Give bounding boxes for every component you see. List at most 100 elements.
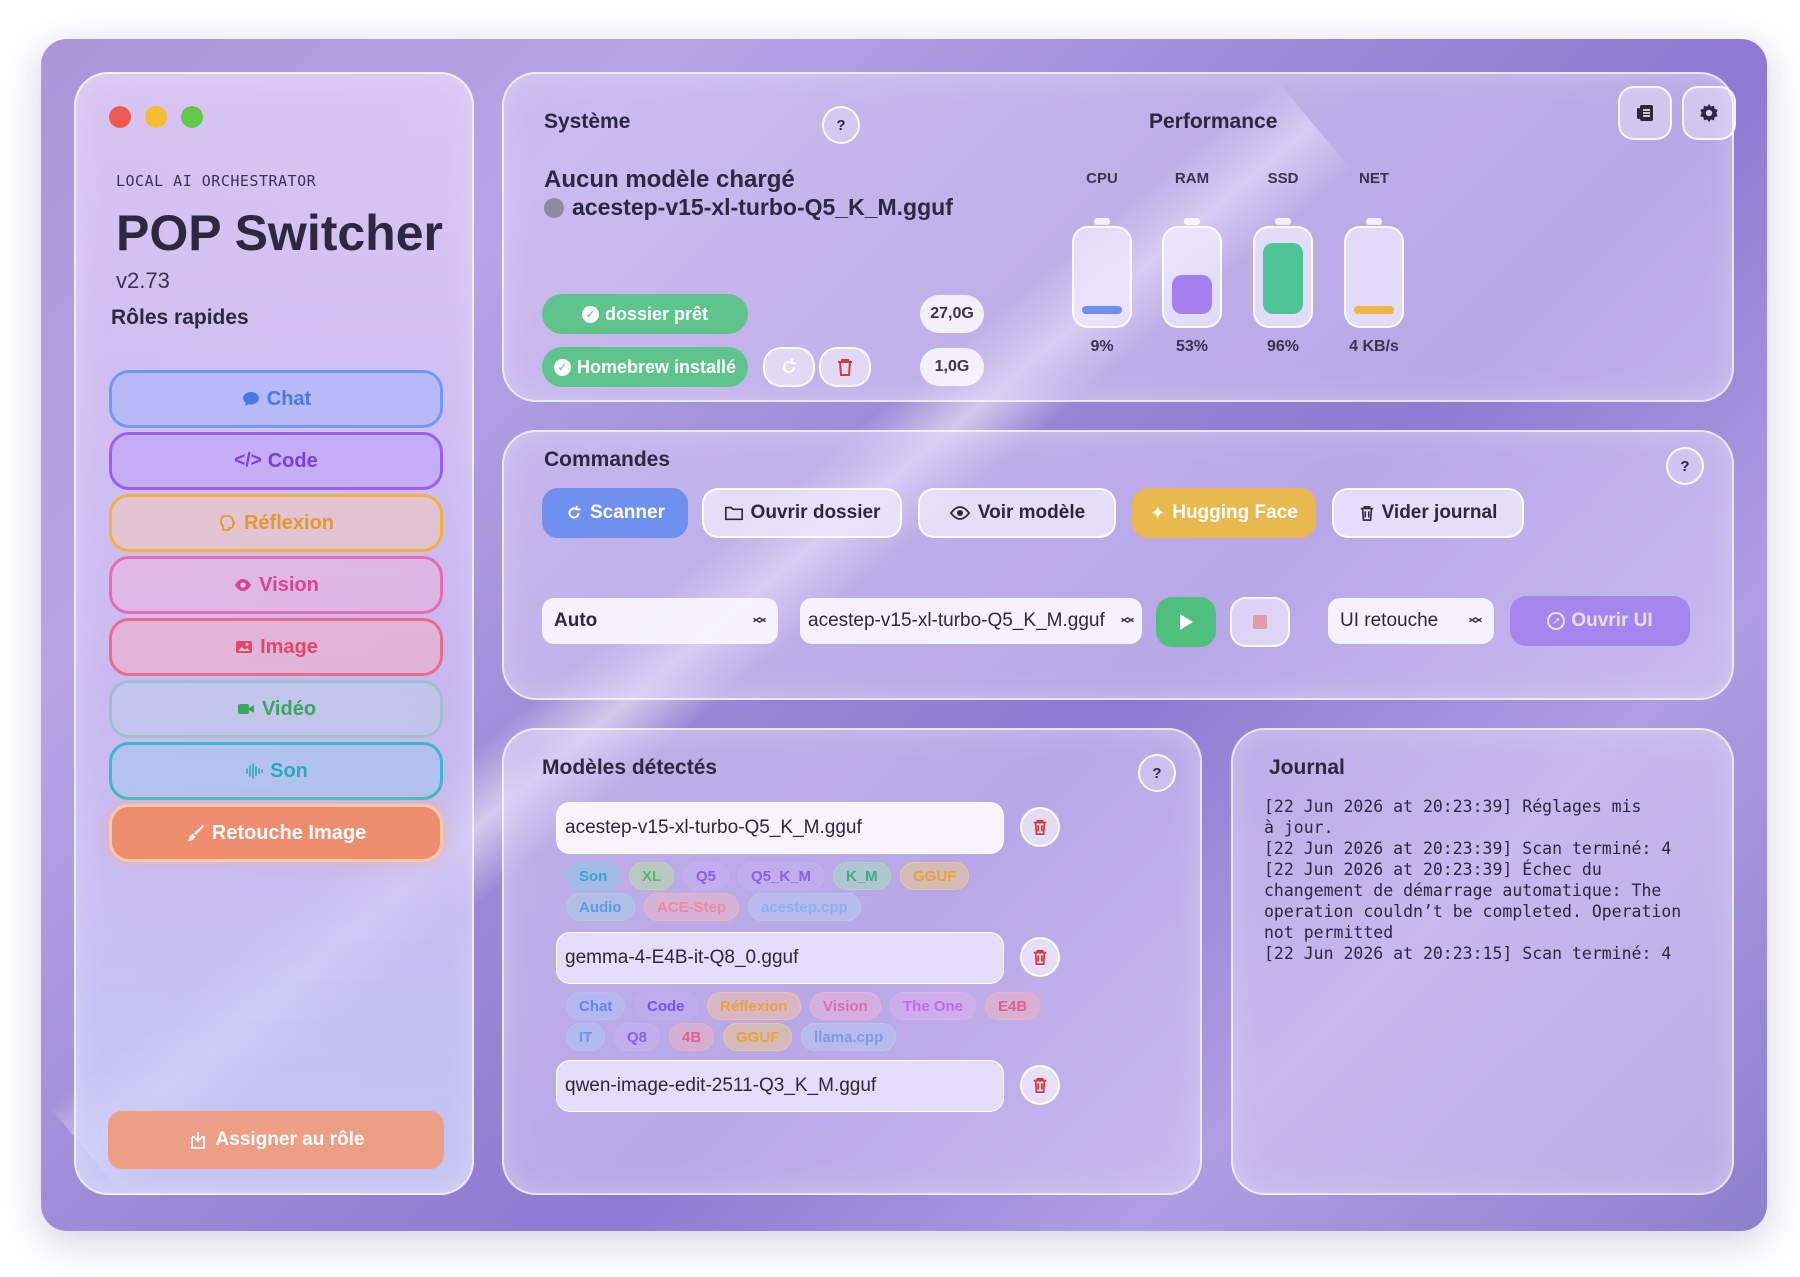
- model-tag: GGUF: [900, 862, 970, 890]
- compass-icon: ➚: [1547, 612, 1566, 630]
- model-item[interactable]: qwen-image-edit-2511-Q3_K_M.gguf: [556, 1060, 1004, 1112]
- model-item[interactable]: acestep-v15-xl-turbo-Q5_K_M.gguf: [556, 802, 1004, 854]
- meter-fill: [1354, 306, 1394, 314]
- stop-icon: [1253, 615, 1267, 629]
- meter-value-ssd: 96%: [1266, 338, 1300, 355]
- open-folder-button[interactable]: Ouvrir dossier: [702, 488, 902, 538]
- clear-log-button[interactable]: Vider journal: [1332, 488, 1524, 538]
- meter-gauge-ram: [1162, 218, 1222, 328]
- app-title: POP Switcher: [116, 205, 443, 261]
- settings-button[interactable]: [1682, 86, 1736, 140]
- play-icon: [1180, 614, 1193, 630]
- scan-button[interactable]: Scanner: [542, 488, 688, 538]
- scan-label: Scanner: [590, 502, 665, 523]
- waveform-icon: [246, 763, 263, 779]
- app-window: LOCAL AI ORCHESTRATOR POP Switcher v2.73…: [41, 39, 1767, 1231]
- brush-icon: [187, 825, 204, 841]
- models-panel: Modèles détectés ? acestep-v15-xl-turbo-…: [502, 728, 1202, 1195]
- chat-bubble-icon: [242, 392, 259, 406]
- hugging-face-label: Hugging Face: [1172, 502, 1298, 523]
- delete-model-button[interactable]: [1020, 807, 1060, 847]
- model-tag: XL: [629, 862, 675, 890]
- model-tag: Q8: [614, 1023, 661, 1051]
- assign-icon: [190, 1132, 205, 1149]
- commands-panel: Commandes ? Scanner Ouvrir dossier Voir …: [502, 430, 1734, 700]
- minimize-window-button[interactable]: [145, 106, 167, 128]
- check-icon: ✓: [581, 305, 599, 323]
- role-son-button[interactable]: Son: [109, 742, 443, 800]
- meter-label-ssd: SSD: [1267, 170, 1299, 187]
- delete-homebrew-button[interactable]: [819, 347, 871, 387]
- trash-icon: [1033, 1077, 1047, 1093]
- loaded-model-row: acestep-v15-xl-turbo-Q5_K_M.gguf: [544, 194, 953, 221]
- delete-model-button[interactable]: [1020, 1065, 1060, 1105]
- battery-cap: [1184, 218, 1200, 225]
- chevron-updown-icon: ︿ ﹀: [1468, 609, 1482, 632]
- meter-label-ram: RAM: [1174, 170, 1210, 187]
- meter-value-cpu: 9%: [1090, 338, 1114, 355]
- model-select[interactable]: acestep-v15-xl-turbo-Q5_K_M.gguf ︿ ﹀: [800, 598, 1142, 644]
- eye-icon: [949, 506, 970, 520]
- role-image-button[interactable]: Image: [109, 618, 443, 676]
- meter-fill: [1172, 275, 1212, 314]
- video-camera-icon: [237, 704, 254, 714]
- log-view-button[interactable]: [1618, 86, 1672, 140]
- role-code-button[interactable]: </> Code: [109, 432, 443, 490]
- trash-icon: [1033, 949, 1047, 965]
- chevron-updown-icon: ︿ ﹀: [1120, 609, 1134, 632]
- performance-heading: Performance: [1149, 110, 1278, 133]
- model-name: gemma-4-E4B-it-Q8_0.gguf: [565, 947, 799, 968]
- refresh-button[interactable]: [763, 347, 815, 387]
- model-item[interactable]: gemma-4-E4B-it-Q8_0.gguf: [556, 932, 1004, 984]
- role-label: Chat: [266, 387, 312, 410]
- commands-heading: Commandes: [544, 448, 671, 471]
- delete-model-button[interactable]: [1020, 937, 1060, 977]
- model-tag: Q5: [683, 862, 730, 890]
- system-panel: Système ? Aucun modèle chargé acestep-v1…: [502, 72, 1736, 402]
- role-video-button[interactable]: Vidéo: [109, 680, 443, 738]
- view-model-label: Voir modèle: [977, 502, 1086, 523]
- hugging-face-button[interactable]: ✦ Hugging Face: [1132, 488, 1316, 538]
- sidebar: LOCAL AI ORCHESTRATOR POP Switcher v2.73…: [74, 72, 474, 1195]
- role-label: Retouche Image: [211, 821, 367, 844]
- meter-fill: [1082, 306, 1122, 314]
- role-vision-button[interactable]: Vision: [109, 556, 443, 614]
- eye-icon: [235, 579, 252, 591]
- stop-button[interactable]: [1230, 597, 1290, 647]
- model-status: Aucun modèle chargé: [544, 166, 795, 193]
- mode-select[interactable]: Auto ︿ ﹀: [542, 598, 778, 644]
- role-label: Image: [260, 635, 318, 658]
- open-ui-label: Ouvrir UI: [1571, 610, 1653, 631]
- system-heading: Système: [544, 110, 631, 133]
- role-retouche-image-button[interactable]: Retouche Image: [109, 804, 443, 862]
- maximize-window-button[interactable]: [181, 106, 203, 128]
- meter-value-net: 4 KB/s: [1349, 338, 1399, 355]
- models-help-icon[interactable]: ?: [1138, 754, 1176, 792]
- open-ui-button[interactable]: ➚ Ouvrir UI: [1510, 596, 1690, 646]
- ui-select[interactable]: UI retouche ︿ ﹀: [1328, 598, 1494, 644]
- refresh-icon: [568, 505, 581, 519]
- system-help-icon[interactable]: ?: [822, 106, 860, 144]
- meter-label-net: NET: [1359, 170, 1389, 187]
- app-subtitle: LOCAL AI ORCHESTRATOR: [116, 172, 317, 190]
- assign-role-button[interactable]: Assigner au rôle: [108, 1111, 444, 1169]
- sparkle-icon: ✦: [1150, 502, 1166, 523]
- folder-icon: [724, 506, 743, 521]
- close-window-button[interactable]: [109, 106, 131, 128]
- role-label: Son: [270, 759, 308, 782]
- loaded-model-name: acestep-v15-xl-turbo-Q5_K_M.gguf: [572, 194, 953, 220]
- chevron-updown-icon: ︿ ﹀: [752, 609, 766, 632]
- model-tag: ACE-Step: [644, 893, 740, 921]
- model-tag: Son: [566, 862, 621, 890]
- app-version: v2.73: [116, 268, 170, 293]
- play-button[interactable]: [1156, 597, 1216, 647]
- commands-help-icon[interactable]: ?: [1666, 447, 1704, 485]
- role-chat-button[interactable]: Chat: [109, 370, 443, 428]
- model-tag: Code: [634, 992, 698, 1020]
- battery-cap: [1366, 218, 1382, 225]
- battery-cap: [1094, 218, 1110, 225]
- view-model-button[interactable]: Voir modèle: [918, 488, 1116, 538]
- role-reflexion-button[interactable]: Réflexion: [109, 494, 443, 552]
- model-tag: acestep.cpp: [748, 893, 861, 921]
- role-label: Vision: [259, 573, 319, 596]
